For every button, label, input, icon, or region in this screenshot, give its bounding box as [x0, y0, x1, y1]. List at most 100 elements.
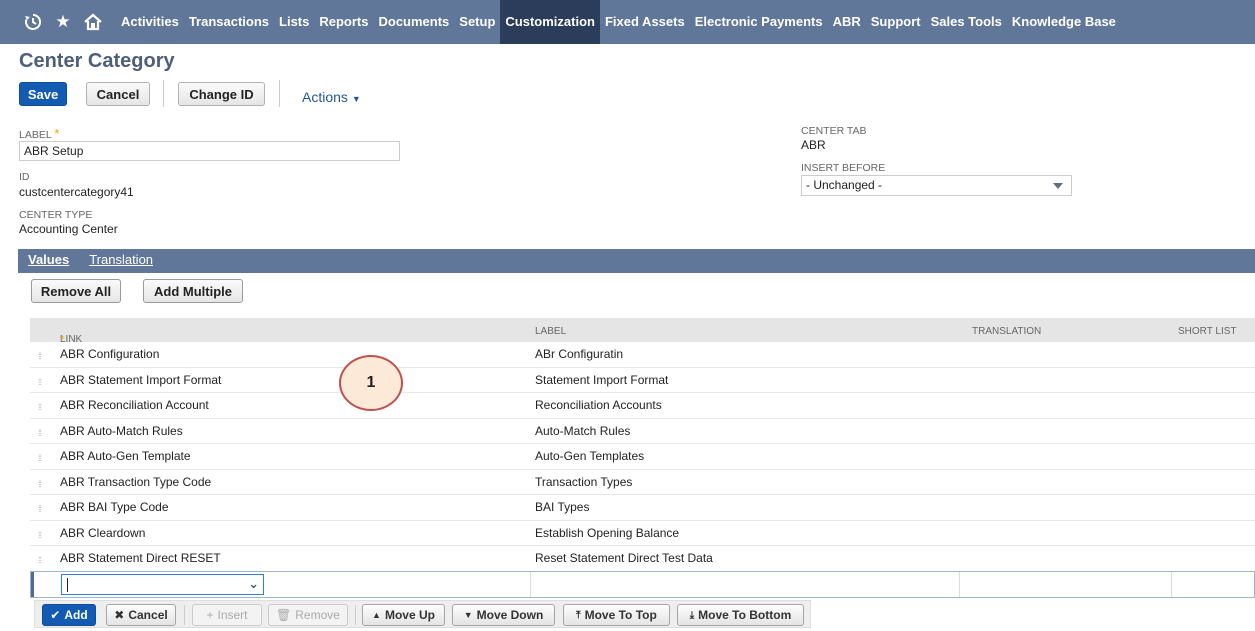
home-icon[interactable]	[78, 0, 108, 44]
label-cell: Transaction Types	[535, 474, 633, 489]
move-to-bottom-button[interactable]: ⤓ Move To Bottom	[677, 604, 804, 626]
drag-handle-icon[interactable]: ⁞⁞	[38, 428, 42, 438]
table-row[interactable]: ⁞⁞ ABR Auto-Match Rules Auto-Match Rules	[30, 419, 1255, 444]
nav-item-reports[interactable]: Reports	[314, 0, 373, 44]
drag-handle-icon[interactable]: ⁞⁞	[38, 530, 42, 540]
drag-handle-icon[interactable]: ⁞⁞	[38, 402, 42, 412]
table-row[interactable]: ⁞⁞ ABR Cleardown Establish Opening Balance	[30, 521, 1255, 546]
id-value: custcentercategory41	[19, 185, 134, 199]
drag-handle-icon[interactable]: ⁞⁞	[38, 453, 42, 463]
insert-before-select[interactable]: - Unchanged -	[801, 175, 1072, 196]
link-cell: ABR Reconciliation Account	[60, 398, 209, 412]
action-divider	[355, 605, 356, 625]
link-cell: ABR Auto-Gen Template	[60, 449, 191, 463]
column-header-translation[interactable]: TRANSLATION	[972, 326, 1041, 337]
double-chevron-down-icon[interactable]: ⌄	[248, 576, 259, 592]
action-divider	[184, 605, 185, 625]
nav-item-transactions[interactable]: Transactions	[184, 0, 274, 44]
change-id-button[interactable]: Change ID	[178, 82, 265, 106]
annotation-callout: 1	[339, 355, 403, 411]
drag-handle-icon[interactable]: ⁞⁞	[38, 555, 42, 565]
link-cell: ABR Statement Direct RESET	[60, 551, 221, 565]
row-marker	[31, 572, 34, 597]
nav-item-activities[interactable]: Activities	[116, 0, 184, 44]
arrow-top-icon: ⤒	[576, 609, 581, 621]
label-cell: Auto-Match Rules	[535, 423, 631, 438]
arrow-up-icon: ▲	[372, 610, 381, 620]
nav-item-knowledge-base[interactable]: Knowledge Base	[1007, 0, 1121, 44]
top-nav: ★ Activities Transactions Lists Reports …	[0, 0, 1255, 44]
table-row[interactable]: ⁞⁞ ABR Statement Direct RESET Reset Statem…	[30, 546, 1255, 572]
cancel-button[interactable]: Cancel	[86, 82, 150, 106]
toolbar-divider	[279, 80, 280, 107]
remove-button[interactable]: 🗑 Remove	[268, 604, 348, 626]
save-button[interactable]: Save	[19, 82, 67, 106]
row-action-bar: ✔ Add ✖ Cancel + Insert 🗑 Remove ▲ Move Up ▼ M…	[34, 600, 811, 628]
trash-icon: 🗑	[276, 608, 292, 622]
arrow-down-icon: ▼	[463, 610, 473, 620]
tab-translation[interactable]: Translation	[79, 249, 163, 273]
center-tab-label: CENTER TAB	[801, 125, 867, 137]
star-icon[interactable]: ★	[48, 0, 78, 44]
nav-item-lists[interactable]: Lists	[274, 0, 314, 44]
nav-item-fixed-assets[interactable]: Fixed Assets	[600, 0, 690, 44]
drag-handle-icon[interactable]: ⁞⁞	[38, 479, 42, 489]
required-icon: *	[54, 126, 60, 141]
actions-label: Actions	[302, 89, 348, 105]
nav-item-abr[interactable]: ABR	[828, 0, 866, 44]
nav-item-electronic-payments[interactable]: Electronic Payments	[690, 0, 828, 44]
nav-item-customization[interactable]: Customization	[500, 0, 600, 44]
label-cell: ABr Configuratin	[535, 347, 624, 361]
move-to-top-button[interactable]: ⤒ Move To Top	[563, 604, 670, 626]
insert-before-value: - Unchanged -	[806, 178, 883, 192]
link-cell: ABR Auto-Match Rules	[60, 423, 183, 438]
cell-divider	[1171, 572, 1172, 597]
add-button[interactable]: ✔ Add	[42, 604, 96, 626]
tab-values[interactable]: Values	[18, 249, 79, 273]
insert-button[interactable]: + Insert	[192, 604, 262, 626]
label-cell: Statement Import Format	[535, 372, 669, 387]
nav-item-support[interactable]: Support	[866, 0, 926, 44]
nav-item-documents[interactable]: Documents	[373, 0, 454, 44]
remove-all-button[interactable]: Remove All	[31, 279, 121, 303]
x-icon: ✖	[114, 608, 125, 622]
table-row[interactable]: ⁞⁞ ABR Reconciliation Account Reconciliati…	[30, 393, 1255, 419]
table-row[interactable]: ⁞⁞ ABR Statement Import Format Statement I…	[30, 368, 1255, 393]
link-cell: ABR BAI Type Code	[60, 500, 169, 514]
label-input[interactable]: ABR Setup	[19, 141, 400, 161]
column-header-short-list[interactable]: SHORT LIST	[1178, 326, 1237, 337]
drag-handle-icon[interactable]: ⁞⁞	[38, 504, 42, 514]
cancel-row-button[interactable]: ✖ Cancel	[106, 604, 176, 626]
cell-divider	[959, 572, 960, 597]
caret-down-icon	[1053, 183, 1063, 189]
link-cell: ABR Cleardown	[60, 525, 146, 540]
link-select-input[interactable]: ⌄	[61, 574, 264, 595]
move-up-button[interactable]: ▲ Move Up	[362, 604, 445, 626]
link-cell: ABR Transaction Type Code	[60, 474, 212, 489]
table-row[interactable]: ⁞⁞ ABR Configuration ABr Configuratin	[30, 342, 1255, 368]
grid-header: LINK * LABEL TRANSLATION SHORT LIST	[30, 318, 1255, 346]
label-cell: Reconciliation Accounts	[535, 398, 662, 412]
insert-before-label: INSERT BEFORE	[801, 162, 886, 174]
table-row[interactable]: ⁞⁞ ABR Transaction Type Code Transaction T…	[30, 470, 1255, 495]
new-row-editor: ⌄	[30, 571, 1255, 598]
label-field-label: LABEL *	[19, 126, 60, 141]
move-down-button[interactable]: ▼ Move Down	[452, 604, 555, 626]
nav-item-sales-tools[interactable]: Sales Tools	[926, 0, 1007, 44]
link-cell: ABR Statement Import Format	[60, 372, 222, 387]
check-icon: ✔	[50, 608, 61, 622]
label-cell: BAI Types	[535, 500, 590, 514]
column-header-label[interactable]: LABEL	[535, 326, 566, 337]
add-multiple-button[interactable]: Add Multiple	[143, 279, 243, 303]
page-title: Center Category	[19, 50, 175, 72]
cell-divider	[530, 572, 531, 597]
caret-down-icon: ▼	[351, 94, 361, 104]
nav-item-setup[interactable]: Setup	[454, 0, 500, 44]
recent-icon[interactable]	[18, 0, 48, 44]
table-row[interactable]: ⁞⁞ ABR Auto-Gen Template Auto-Gen Template…	[30, 444, 1255, 470]
drag-handle-icon[interactable]: ⁞⁞	[38, 351, 42, 361]
drag-handle-icon[interactable]: ⁞⁞	[38, 377, 42, 387]
actions-menu[interactable]: Actions ▼	[302, 89, 361, 105]
id-field-label: ID	[19, 171, 30, 183]
table-row[interactable]: ⁞⁞ ABR BAI Type Code BAI Types	[30, 495, 1255, 521]
